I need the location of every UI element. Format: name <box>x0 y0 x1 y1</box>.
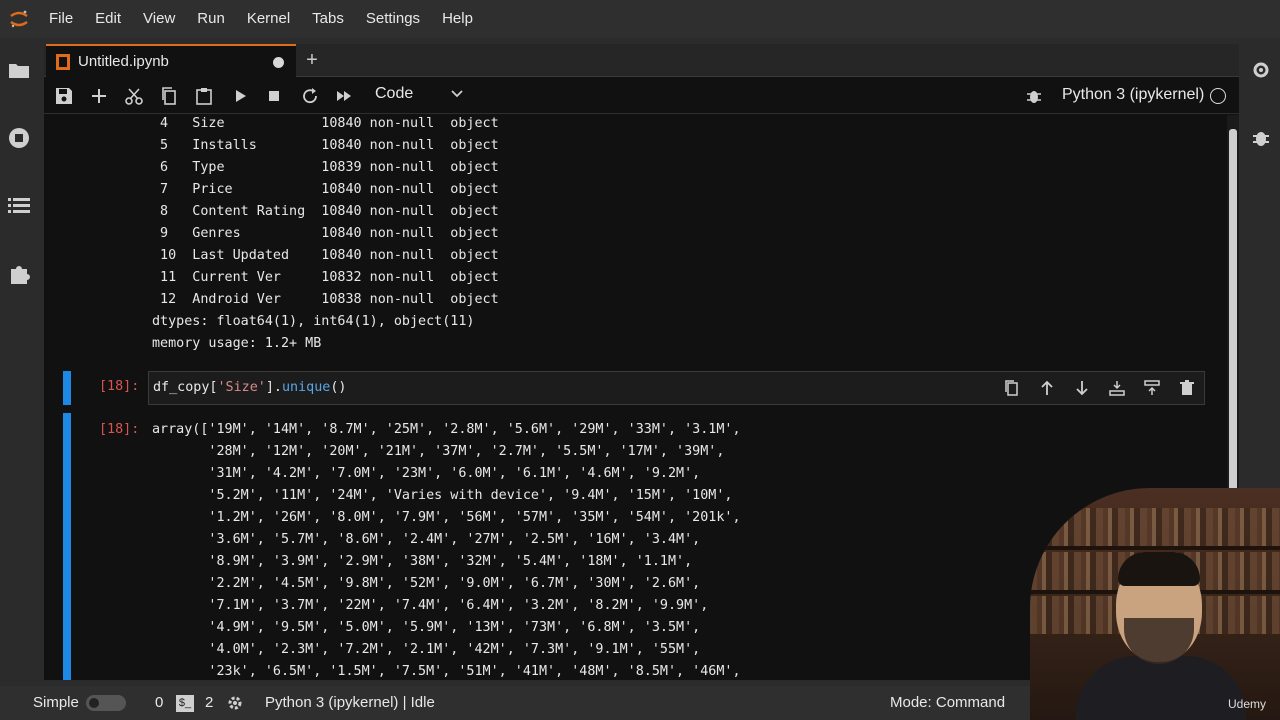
kernel-count: 0 <box>155 694 164 711</box>
array-output-line: '1.2M', '26M', '8.0M', '7.9M', '56M', '5… <box>152 510 741 525</box>
presenter-hair <box>1118 552 1200 586</box>
kernel-status[interactable]: Python 3 (ipykernel) | Idle <box>265 694 435 711</box>
insert-below-icon[interactable] <box>1140 377 1164 399</box>
array-output-line: '4.0M', '2.3M', '7.2M', '2.1M', '42M', '… <box>152 642 701 657</box>
menu-kernel[interactable]: Kernel <box>236 0 301 38</box>
debugger-icon[interactable] <box>1249 126 1273 150</box>
code-line: df_copy['Size'].unique() <box>153 380 347 395</box>
save-icon[interactable] <box>52 84 76 108</box>
jupyter-logo-icon <box>0 0 38 38</box>
output-cell-indicator <box>63 413 71 680</box>
left-sidebar <box>0 38 38 686</box>
code-close: ]. <box>265 380 282 395</box>
presenter-body <box>1076 656 1246 720</box>
duplicate-cell-icon[interactable] <box>1000 377 1024 399</box>
running-kernels-icon[interactable] <box>7 126 31 150</box>
code-function: unique <box>282 380 331 395</box>
menu-bar: File Edit View Run Kernel Tabs Settings … <box>0 0 1280 38</box>
code-string: 'Size' <box>217 380 266 395</box>
move-down-icon[interactable] <box>1070 377 1094 399</box>
array-output-line: '31M', '4.2M', '7.0M', '23M', '6.0M', '6… <box>152 466 701 481</box>
terminal-icon[interactable]: $_ <box>176 695 194 712</box>
active-cell-indicator <box>63 371 71 405</box>
tab-untitled-notebook[interactable]: Untitled.ipynb <box>46 44 296 77</box>
gear-icon[interactable] <box>226 694 244 717</box>
notebook-icon <box>56 53 70 70</box>
kernel-name[interactable]: Python 3 (ipykernel) <box>1062 86 1204 104</box>
array-output-line: '2.2M', '4.5M', '9.8M', '52M', '9.0M', '… <box>152 576 701 591</box>
tab-bar: Untitled.ipynb + <box>44 44 1239 77</box>
array-output-line: '28M', '12M', '20M', '21M', '37M', '2.7M… <box>152 444 725 459</box>
array-output-line: '3.6M', '5.7M', '8.6M', '2.4M', '27M', '… <box>152 532 701 547</box>
scroll-thumb[interactable] <box>1229 129 1237 504</box>
restart-icon[interactable] <box>298 84 322 108</box>
new-tab-button[interactable]: + <box>300 48 324 72</box>
terminal-count: 2 <box>205 694 214 711</box>
info-row: 5 Installs 10840 non-null object <box>152 138 499 153</box>
paste-icon[interactable] <box>192 84 216 108</box>
stop-icon[interactable] <box>262 84 286 108</box>
menu-tabs[interactable]: Tabs <box>301 0 355 38</box>
move-up-icon[interactable] <box>1035 377 1059 399</box>
output-prompt: [18]: <box>99 422 140 437</box>
info-row: 11 Current Ver 10832 non-null object <box>152 270 499 285</box>
extensions-icon[interactable] <box>7 262 31 286</box>
info-row: 4 Size 10840 non-null object <box>152 116 499 131</box>
menu-run[interactable]: Run <box>186 0 236 38</box>
dtypes-line: dtypes: float64(1), int64(1), object(11) <box>152 314 475 329</box>
array-output-line: '5.2M', '11M', '24M', 'Varies with devic… <box>152 488 733 503</box>
copy-icon[interactable] <box>157 84 181 108</box>
menu-help[interactable]: Help <box>431 0 484 38</box>
info-row: 10 Last Updated 10840 non-null object <box>152 248 499 263</box>
add-cell-icon[interactable] <box>87 84 111 108</box>
info-row: 12 Android Ver 10838 non-null object <box>152 292 499 307</box>
info-row: 7 Price 10840 non-null object <box>152 182 499 197</box>
array-output-line: array(['19M', '14M', '8.7M', '25M', '2.8… <box>152 422 741 437</box>
menu-file[interactable]: File <box>38 0 84 38</box>
simple-mode-toggle[interactable] <box>86 695 126 711</box>
bookshelf-row <box>1030 508 1280 546</box>
code-var: df_copy[ <box>153 380 218 395</box>
menu-view[interactable]: View <box>132 0 186 38</box>
delete-cell-icon[interactable] <box>1175 377 1199 399</box>
webcam-overlay <box>1030 488 1280 720</box>
udemy-watermark: Udemy <box>1228 697 1267 711</box>
notebook-mode: Mode: Command <box>890 694 1006 711</box>
notebook-toolbar: Code Python 3 (ipykernel) <box>44 78 1239 114</box>
unsaved-dot-icon[interactable] <box>273 57 284 68</box>
fast-forward-icon[interactable] <box>332 84 356 108</box>
chevron-down-icon[interactable] <box>450 87 464 106</box>
array-output-line: '8.9M', '3.9M', '2.9M', '38M', '32M', '5… <box>152 554 693 569</box>
array-output-line: '4.9M', '9.5M', '5.0M', '5.9M', '13M', '… <box>152 620 701 635</box>
folder-icon[interactable] <box>7 58 31 82</box>
info-row: 8 Content Rating 10840 non-null object <box>152 204 499 219</box>
info-row: 6 Type 10839 non-null object <box>152 160 499 175</box>
array-output-line: '23k', '6.5M', '1.5M', '7.5M', '51M', '4… <box>152 664 741 679</box>
cell-actions <box>1000 377 1199 399</box>
array-output-line: '7.1M', '3.7M', '22M', '7.4M', '6.4M', '… <box>152 598 709 613</box>
table-of-contents-icon[interactable] <box>7 194 31 218</box>
run-icon[interactable] <box>228 84 252 108</box>
cell-type-select[interactable]: Code <box>375 85 413 103</box>
memory-line: memory usage: 1.2+ MB <box>152 336 322 351</box>
insert-above-icon[interactable] <box>1105 377 1129 399</box>
input-prompt: [18]: <box>99 379 140 394</box>
tab-title: Untitled.ipynb <box>78 53 169 70</box>
shelf <box>1030 546 1280 550</box>
menu-edit[interactable]: Edit <box>84 0 132 38</box>
property-inspector-icon[interactable] <box>1249 58 1273 82</box>
menu-settings[interactable]: Settings <box>355 0 431 38</box>
cut-icon[interactable] <box>122 84 146 108</box>
kernel-status-icon <box>1210 88 1226 104</box>
bug-icon[interactable] <box>1022 84 1046 108</box>
code-end: () <box>330 380 347 395</box>
simple-mode-label: Simple <box>33 694 79 711</box>
info-row: 9 Genres 10840 non-null object <box>152 226 499 241</box>
